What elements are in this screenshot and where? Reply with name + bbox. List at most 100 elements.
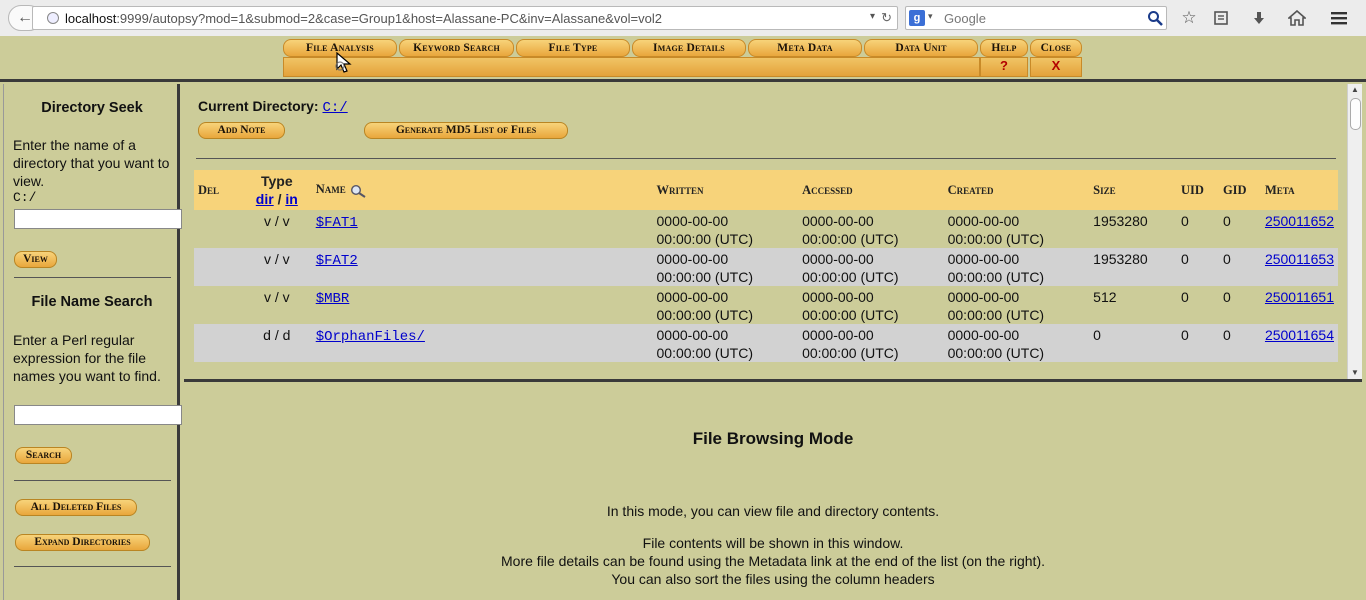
cell-meta: 250011653 bbox=[1260, 248, 1338, 286]
col-type-dir-link[interactable]: dir bbox=[256, 191, 274, 207]
meta-link[interactable]: 250011653 bbox=[1265, 251, 1334, 267]
file-link[interactable]: $FAT2 bbox=[316, 253, 358, 269]
col-type-sep: / bbox=[277, 191, 282, 207]
cell-uid: 0 bbox=[1181, 289, 1189, 305]
tab-close[interactable]: Close bbox=[1030, 39, 1082, 57]
table-row: d / d $OrphanFiles/ 0000-00-00 00:00:00 (… bbox=[194, 324, 1338, 362]
magnifier-icon[interactable] bbox=[349, 184, 367, 198]
cell-uid: 0 bbox=[1181, 213, 1189, 229]
cell-type: d / d bbox=[241, 324, 312, 362]
cell-created: 0000-00-00 00:00:00 (UTC) bbox=[943, 248, 1090, 286]
cell-name: $MBR bbox=[312, 286, 653, 324]
dir-seek-input[interactable] bbox=[14, 209, 182, 229]
cell-size: 512 bbox=[1093, 289, 1117, 305]
all-deleted-files-button[interactable]: All Deleted Files bbox=[15, 499, 137, 516]
col-name-label: Name bbox=[315, 182, 346, 197]
home-icon[interactable] bbox=[1286, 8, 1308, 28]
mode-hint: More file details can be found using the… bbox=[501, 553, 1045, 569]
view-button[interactable]: View bbox=[14, 251, 57, 268]
bookmark-star-icon[interactable]: ☆ bbox=[1178, 8, 1200, 28]
scroll-down-icon[interactable]: ▼ bbox=[1348, 367, 1362, 379]
table-row: v / v $FAT2 0000-00-00 00:00:00 (UTC) 000… bbox=[194, 248, 1338, 286]
generate-md5-button[interactable]: Generate MD5 List of Files bbox=[364, 122, 568, 139]
current-directory: Current Directory: C:/ bbox=[198, 98, 348, 116]
cell-uid: 0 bbox=[1177, 324, 1219, 362]
meta-link[interactable]: 250011652 bbox=[1265, 213, 1334, 229]
divider bbox=[14, 566, 171, 567]
close-x-icon[interactable]: X bbox=[1030, 58, 1082, 73]
col-created[interactable]: Created bbox=[943, 170, 1090, 210]
search-button[interactable]: Search bbox=[15, 447, 72, 464]
col-gid[interactable]: GID bbox=[1218, 170, 1261, 210]
reload-icon[interactable]: ↻ bbox=[881, 10, 892, 26]
tab-help[interactable]: Help bbox=[980, 39, 1028, 57]
file-list-frame: Current Directory: C:/ Add Note Generate… bbox=[184, 84, 1362, 382]
col-written[interactable]: Written bbox=[652, 170, 799, 210]
cell-meta: 250011651 bbox=[1261, 286, 1338, 324]
cell-del bbox=[194, 324, 242, 362]
col-name[interactable]: Name bbox=[311, 170, 653, 210]
help-question-icon[interactable]: ? bbox=[980, 58, 1028, 73]
file-table: Del Type dir / in Name Written Accessed … bbox=[194, 170, 1338, 362]
tab-image-details[interactable]: Image Details bbox=[632, 39, 746, 57]
cell-type: v / v bbox=[263, 213, 290, 229]
file-link[interactable]: $FAT1 bbox=[316, 215, 358, 231]
left-frame: Directory Seek Enter the name of a direc… bbox=[4, 84, 182, 600]
site-info-icon[interactable] bbox=[47, 12, 59, 24]
col-accessed[interactable]: Accessed bbox=[798, 170, 944, 210]
search-bar[interactable]: g ▾ Google bbox=[905, 6, 1167, 30]
search-icon[interactable] bbox=[1146, 9, 1164, 27]
reading-list-icon[interactable] bbox=[1210, 8, 1232, 28]
cell-written: 0000-00-00 00:00:00 (UTC) bbox=[656, 289, 753, 323]
url-text: localhost:9999/autopsy?mod=1&submod=2&ca… bbox=[65, 11, 662, 26]
vertical-scrollbar[interactable]: ▲ ▼ bbox=[1347, 84, 1362, 379]
search-placeholder: Google bbox=[944, 11, 986, 26]
cell-accessed: 0000-00-00 00:00:00 (UTC) bbox=[798, 248, 944, 286]
current-directory-link[interactable]: C:/ bbox=[322, 100, 347, 116]
meta-link[interactable]: 250011654 bbox=[1265, 327, 1334, 343]
name-search-input[interactable] bbox=[14, 405, 182, 425]
tab-file-type[interactable]: File Type bbox=[516, 39, 630, 57]
dir-seek-text: Enter the name of a directory that you w… bbox=[13, 137, 170, 189]
divider bbox=[14, 480, 171, 481]
google-engine-icon[interactable]: g bbox=[909, 10, 925, 26]
col-meta[interactable]: Meta bbox=[1260, 170, 1338, 210]
name-search-title: File Name Search bbox=[31, 294, 153, 310]
tab-data-unit[interactable]: Data Unit bbox=[864, 39, 978, 57]
cell-gid: 0 bbox=[1218, 248, 1261, 286]
mode-title: File Browsing Mode bbox=[692, 429, 854, 448]
mode-description: In this mode, you can view file and dire… bbox=[606, 503, 940, 519]
divider bbox=[14, 277, 171, 278]
add-note-button[interactable]: Add Note bbox=[198, 122, 285, 139]
col-type-in-link[interactable]: in bbox=[285, 191, 297, 207]
table-row: v / v $FAT1 0000-00-00 00:00:00 (UTC) 000… bbox=[194, 210, 1338, 248]
col-size[interactable]: Size bbox=[1089, 170, 1178, 210]
file-link[interactable]: $MBR bbox=[316, 291, 350, 307]
menu-strip bbox=[283, 57, 980, 77]
cell-written: 0000-00-00 00:00:00 (UTC) bbox=[652, 324, 799, 362]
cell-accessed: 0000-00-00 00:00:00 (UTC) bbox=[802, 213, 899, 247]
file-link[interactable]: $OrphanFiles/ bbox=[316, 329, 425, 345]
cell-created: 0000-00-00 00:00:00 (UTC) bbox=[943, 324, 1090, 362]
col-uid[interactable]: UID bbox=[1177, 170, 1219, 210]
tab-meta-data[interactable]: Meta Data bbox=[748, 39, 862, 57]
cell-meta: 250011654 bbox=[1260, 324, 1338, 362]
downloads-icon[interactable] bbox=[1248, 8, 1270, 28]
menu-hamburger-icon[interactable] bbox=[1328, 8, 1350, 28]
divider bbox=[196, 158, 1336, 159]
scroll-thumb[interactable] bbox=[1350, 98, 1361, 130]
cell-name: $FAT1 bbox=[312, 210, 653, 248]
col-type: Type dir / in bbox=[241, 170, 312, 210]
url-bar[interactable]: localhost:9999/autopsy?mod=1&submod=2&ca… bbox=[32, 6, 898, 30]
dir-seek-current: C:/ bbox=[13, 190, 37, 205]
col-del[interactable]: Del bbox=[194, 170, 242, 210]
expand-directories-button[interactable]: Expand Directories bbox=[15, 534, 150, 551]
cell-size: 1953280 bbox=[1089, 248, 1178, 286]
cell-created: 0000-00-00 00:00:00 (UTC) bbox=[947, 289, 1045, 323]
engine-dropdown-icon[interactable]: ▾ bbox=[928, 11, 933, 22]
meta-link[interactable]: 250011651 bbox=[1265, 289, 1334, 305]
content-frame: File Browsing Mode In this mode, you can… bbox=[184, 385, 1362, 600]
scroll-up-icon[interactable]: ▲ bbox=[1348, 84, 1362, 96]
tab-keyword-search[interactable]: Keyword Search bbox=[399, 39, 514, 57]
url-dropdown-icon[interactable]: ▾ bbox=[870, 11, 875, 22]
